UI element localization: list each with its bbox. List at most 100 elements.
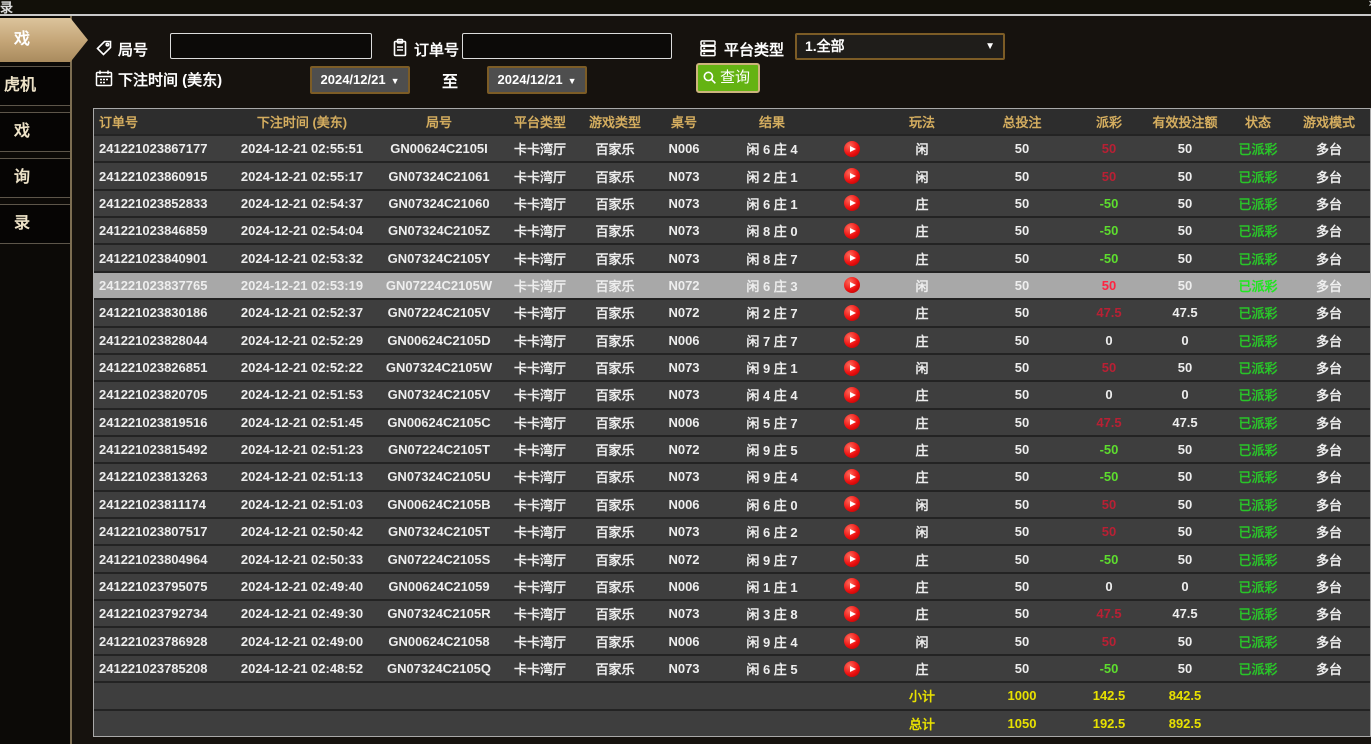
play-replay-icon[interactable] bbox=[844, 277, 860, 293]
table-row[interactable]: 2412210237852082024-12-21 02:48:52GN0732… bbox=[94, 656, 1370, 683]
valid-bet: 0 bbox=[1142, 387, 1228, 402]
table-no: N073 bbox=[652, 196, 716, 211]
play-replay-icon[interactable] bbox=[844, 223, 860, 239]
play-replay-icon[interactable] bbox=[844, 578, 860, 594]
play-replay-icon[interactable] bbox=[844, 661, 860, 677]
table-row[interactable]: 2412210238377652024-12-21 02:53:19GN0722… bbox=[94, 273, 1370, 300]
play-replay-icon[interactable] bbox=[844, 387, 860, 403]
table-row[interactable]: 2412210238609152024-12-21 02:55:17GN0732… bbox=[94, 163, 1370, 190]
play-replay-icon[interactable] bbox=[844, 442, 860, 458]
bet-time: 2024-12-21 02:49:30 bbox=[228, 606, 376, 621]
table-no: N006 bbox=[652, 333, 716, 348]
round-id: GN07324C2105R bbox=[376, 606, 502, 621]
result: 闲 8 庄 7 bbox=[716, 249, 828, 268]
search-button[interactable]: 查询 bbox=[696, 63, 760, 93]
table-row[interactable]: 2412210237927342024-12-21 02:49:30GN0732… bbox=[94, 601, 1370, 628]
table-no: N072 bbox=[652, 305, 716, 320]
play-replay-icon[interactable] bbox=[844, 414, 860, 430]
table-row[interactable]: 2412210238195162024-12-21 02:51:45GN0062… bbox=[94, 410, 1370, 437]
result: 闲 6 庄 3 bbox=[716, 276, 828, 295]
table-row[interactable]: 2412210238671772024-12-21 02:55:51GN0062… bbox=[94, 136, 1370, 163]
sidebar-item-2[interactable]: 戏 bbox=[0, 112, 70, 152]
table-row[interactable]: 2412210238075172024-12-21 02:50:42GN0732… bbox=[94, 519, 1370, 546]
play-replay-icon[interactable] bbox=[844, 195, 860, 211]
play-replay-icon[interactable] bbox=[844, 141, 860, 157]
play-replay-icon[interactable] bbox=[844, 496, 860, 512]
order-id-input[interactable] bbox=[462, 33, 672, 59]
sidebar-item-0[interactable]: 戏 bbox=[0, 18, 88, 62]
round-id: GN07324C2105Z bbox=[376, 223, 502, 238]
window-topbar: 录 × bbox=[0, 0, 1371, 14]
order-id-label: 订单号 bbox=[414, 39, 459, 60]
table-row[interactable]: 2412210238468592024-12-21 02:54:04GN0732… bbox=[94, 218, 1370, 245]
play-triangle bbox=[850, 228, 856, 234]
bet-play: 庄 bbox=[876, 413, 968, 432]
table-row[interactable]: 2412210238111742024-12-21 02:51:03GN0062… bbox=[94, 492, 1370, 519]
play-replay-icon[interactable] bbox=[844, 360, 860, 376]
valid-bet: 50 bbox=[1142, 524, 1228, 539]
table-row[interactable]: 2412210238207052024-12-21 02:51:53GN0732… bbox=[94, 382, 1370, 409]
play-triangle bbox=[850, 282, 856, 288]
table-row[interactable]: 2412210238268512024-12-21 02:52:22GN0732… bbox=[94, 355, 1370, 382]
play-replay-icon[interactable] bbox=[844, 168, 860, 184]
play-replay-icon[interactable] bbox=[844, 305, 860, 321]
play-replay-icon[interactable] bbox=[844, 606, 860, 622]
play-triangle bbox=[850, 638, 856, 644]
game-mode: 多台 bbox=[1288, 249, 1370, 268]
sidebar-item-4[interactable]: 录 bbox=[0, 204, 70, 244]
bet-play: 庄 bbox=[876, 550, 968, 569]
status-badge: 已派彩 bbox=[1228, 467, 1288, 486]
table-row[interactable]: 2412210238280442024-12-21 02:52:29GN0062… bbox=[94, 328, 1370, 355]
play-triangle bbox=[850, 474, 856, 480]
platform-type-select[interactable]: 1.全部 ▼ bbox=[795, 33, 1005, 60]
valid-bet: 47.5 bbox=[1142, 415, 1228, 430]
play-replay-icon[interactable] bbox=[844, 469, 860, 485]
game-type: 百家乐 bbox=[578, 604, 652, 623]
sidebar-item-3[interactable]: 询 bbox=[0, 158, 70, 198]
table-row[interactable]: 2412210237869282024-12-21 02:49:00GN0062… bbox=[94, 628, 1370, 655]
game-mode: 多台 bbox=[1288, 604, 1370, 623]
date-to-picker[interactable]: 2024/12/21▼ bbox=[487, 66, 587, 94]
table-no: N006 bbox=[652, 497, 716, 512]
play-replay-icon[interactable] bbox=[844, 332, 860, 348]
game-type: 百家乐 bbox=[578, 440, 652, 459]
play-triangle bbox=[850, 337, 856, 343]
sidebar-item-1[interactable]: 虎机 bbox=[0, 66, 70, 106]
play-replay-icon[interactable] bbox=[844, 551, 860, 567]
table-row[interactable]: 2412210238049642024-12-21 02:50:33GN0722… bbox=[94, 546, 1370, 573]
result: 闲 6 庄 4 bbox=[716, 139, 828, 158]
table-row[interactable]: 2412210237950752024-12-21 02:49:40GN0062… bbox=[94, 574, 1370, 601]
order-id: 241221023815492 bbox=[94, 442, 228, 457]
table-row[interactable]: 2412210238409012024-12-21 02:53:32GN0732… bbox=[94, 245, 1370, 272]
table-row[interactable]: 2412210238132632024-12-21 02:51:13GN0732… bbox=[94, 464, 1370, 491]
search-icon bbox=[702, 70, 718, 86]
table-row[interactable]: 2412210238528332024-12-21 02:54:37GN0732… bbox=[94, 191, 1370, 218]
order-id: 241221023860915 bbox=[94, 169, 228, 184]
bet-play: 闲 bbox=[876, 358, 968, 377]
table-no: N073 bbox=[652, 169, 716, 184]
round-id: GN00624C21059 bbox=[376, 579, 502, 594]
game-type: 百家乐 bbox=[578, 413, 652, 432]
bet-time: 2024-12-21 02:51:53 bbox=[228, 387, 376, 402]
total-bet: 50 bbox=[968, 251, 1076, 266]
play-replay-icon[interactable] bbox=[844, 250, 860, 266]
order-id: 241221023786928 bbox=[94, 634, 228, 649]
play-replay-icon[interactable] bbox=[844, 524, 860, 540]
date-to-value: 2024/12/21 bbox=[498, 72, 563, 87]
table-row[interactable]: 2412210238154922024-12-21 02:51:23GN0722… bbox=[94, 437, 1370, 464]
table-no: N006 bbox=[652, 415, 716, 430]
total-bet: 50 bbox=[968, 305, 1076, 320]
play-triangle bbox=[850, 255, 856, 261]
result: 闲 9 庄 5 bbox=[716, 440, 828, 459]
replay-cell bbox=[828, 141, 876, 157]
valid-bet: 50 bbox=[1142, 251, 1228, 266]
status-badge: 已派彩 bbox=[1228, 385, 1288, 404]
date-from-picker[interactable]: 2024/12/21▼ bbox=[310, 66, 410, 94]
total-bet: 50 bbox=[968, 579, 1076, 594]
valid-bet: 50 bbox=[1142, 634, 1228, 649]
table-row[interactable]: 2412210238301862024-12-21 02:52:37GN0722… bbox=[94, 300, 1370, 327]
platform: 卡卡湾厅 bbox=[502, 604, 578, 623]
round-id-input[interactable] bbox=[170, 33, 372, 59]
date-from-value: 2024/12/21 bbox=[321, 72, 386, 87]
play-replay-icon[interactable] bbox=[844, 633, 860, 649]
